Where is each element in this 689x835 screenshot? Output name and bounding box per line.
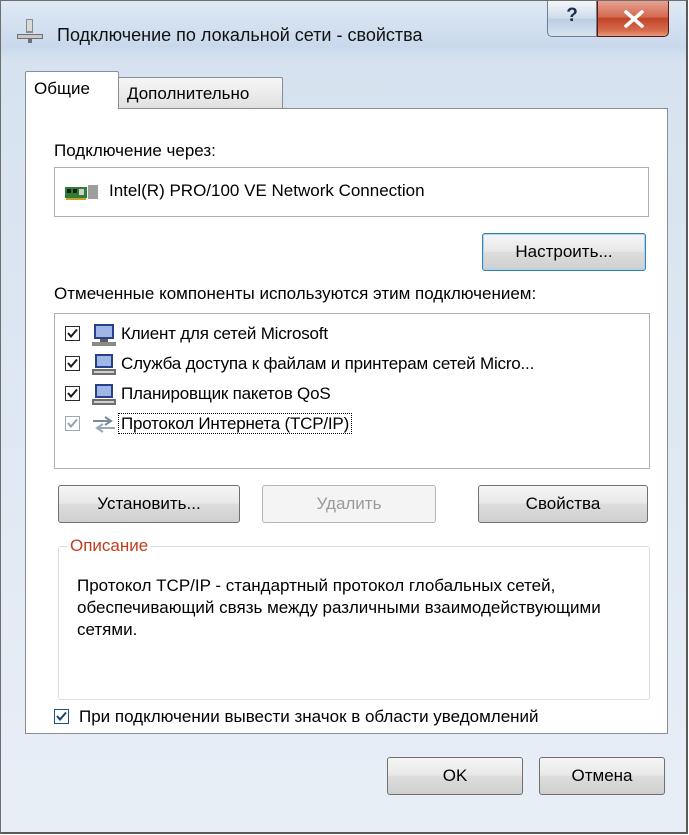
install-button[interactable]: Установить... — [58, 485, 240, 523]
title-bar[interactable]: Подключение по локальной сети - свойства… — [1, 1, 686, 63]
component-label: Клиент для сетей Microsoft — [121, 324, 328, 343]
description-group: Описание Протокол TCP/IP - стандартный п… — [58, 536, 650, 700]
description-text: Протокол TCP/IP - стандартный протокол г… — [77, 576, 601, 639]
selected-component-label: Протокол Интернета (TCP/IP) — [118, 413, 353, 434]
network-service-icon — [92, 354, 116, 375]
network-adapter-icon — [65, 185, 98, 200]
adapter-field: Intel(R) PRO/100 VE Network Connection — [54, 167, 649, 217]
tab-panel-general: Подключение через: Intel(R) PRO/100 VE N… — [25, 108, 668, 734]
network-service-icon — [92, 384, 116, 405]
components-label: Отмеченные компоненты используются этим … — [54, 284, 537, 303]
notify-checkbox[interactable] — [54, 709, 69, 724]
close-icon — [624, 10, 644, 28]
checkmark-icon — [67, 358, 78, 369]
checkmark-icon — [56, 711, 67, 722]
help-icon: ? — [566, 5, 578, 26]
notify-label: При подключении вывести значок в области… — [79, 707, 539, 726]
network-connection-icon — [17, 19, 43, 43]
components-list[interactable]: Клиент для сетей Microsoft Служба доступ… — [54, 313, 650, 469]
properties-button[interactable]: Свойства — [478, 485, 648, 523]
component-checkbox[interactable] — [65, 416, 80, 431]
configure-button[interactable]: Настроить... — [482, 233, 646, 271]
adapter-name: Intel(R) PRO/100 VE Network Connection — [109, 181, 425, 200]
description-title: Описание — [67, 536, 152, 556]
window-title: Подключение по локальной сети - свойства — [57, 25, 423, 45]
tab-advanced[interactable]: Дополнительно — [119, 77, 283, 111]
checkmark-icon — [67, 328, 78, 339]
component-label: Служба доступа к файлам и принтерам сете… — [121, 354, 535, 373]
connection-label: Подключение через: — [54, 141, 216, 160]
ok-button[interactable]: OK — [387, 757, 523, 795]
component-label-selected: Протокол Интернета (TCP/IP) — [118, 413, 353, 434]
network-protocol-icon — [93, 416, 115, 433]
component-checkbox[interactable] — [65, 386, 80, 401]
remove-button[interactable]: Удалить — [262, 485, 436, 523]
cancel-button[interactable]: Отмена — [539, 757, 665, 795]
component-item-ms-client[interactable]: Клиент для сетей Microsoft — [55, 320, 649, 350]
network-client-icon — [92, 324, 116, 346]
component-checkbox[interactable] — [65, 326, 80, 341]
component-item-tcpip[interactable]: Протокол Интернета (TCP/IP) — [55, 410, 649, 440]
properties-dialog: Подключение по локальной сети - свойства… — [0, 0, 688, 834]
help-button[interactable]: ? — [547, 1, 597, 37]
close-button[interactable] — [597, 1, 669, 37]
component-item-file-print[interactable]: Служба доступа к файлам и принтерам сете… — [55, 350, 649, 380]
component-checkbox[interactable] — [65, 356, 80, 371]
component-label: Планировщик пакетов QoS — [121, 384, 331, 403]
component-item-qos[interactable]: Планировщик пакетов QoS — [55, 380, 649, 410]
tab-general[interactable]: Общие — [25, 71, 119, 109]
checkmark-icon — [67, 418, 78, 429]
checkmark-icon — [67, 388, 78, 399]
